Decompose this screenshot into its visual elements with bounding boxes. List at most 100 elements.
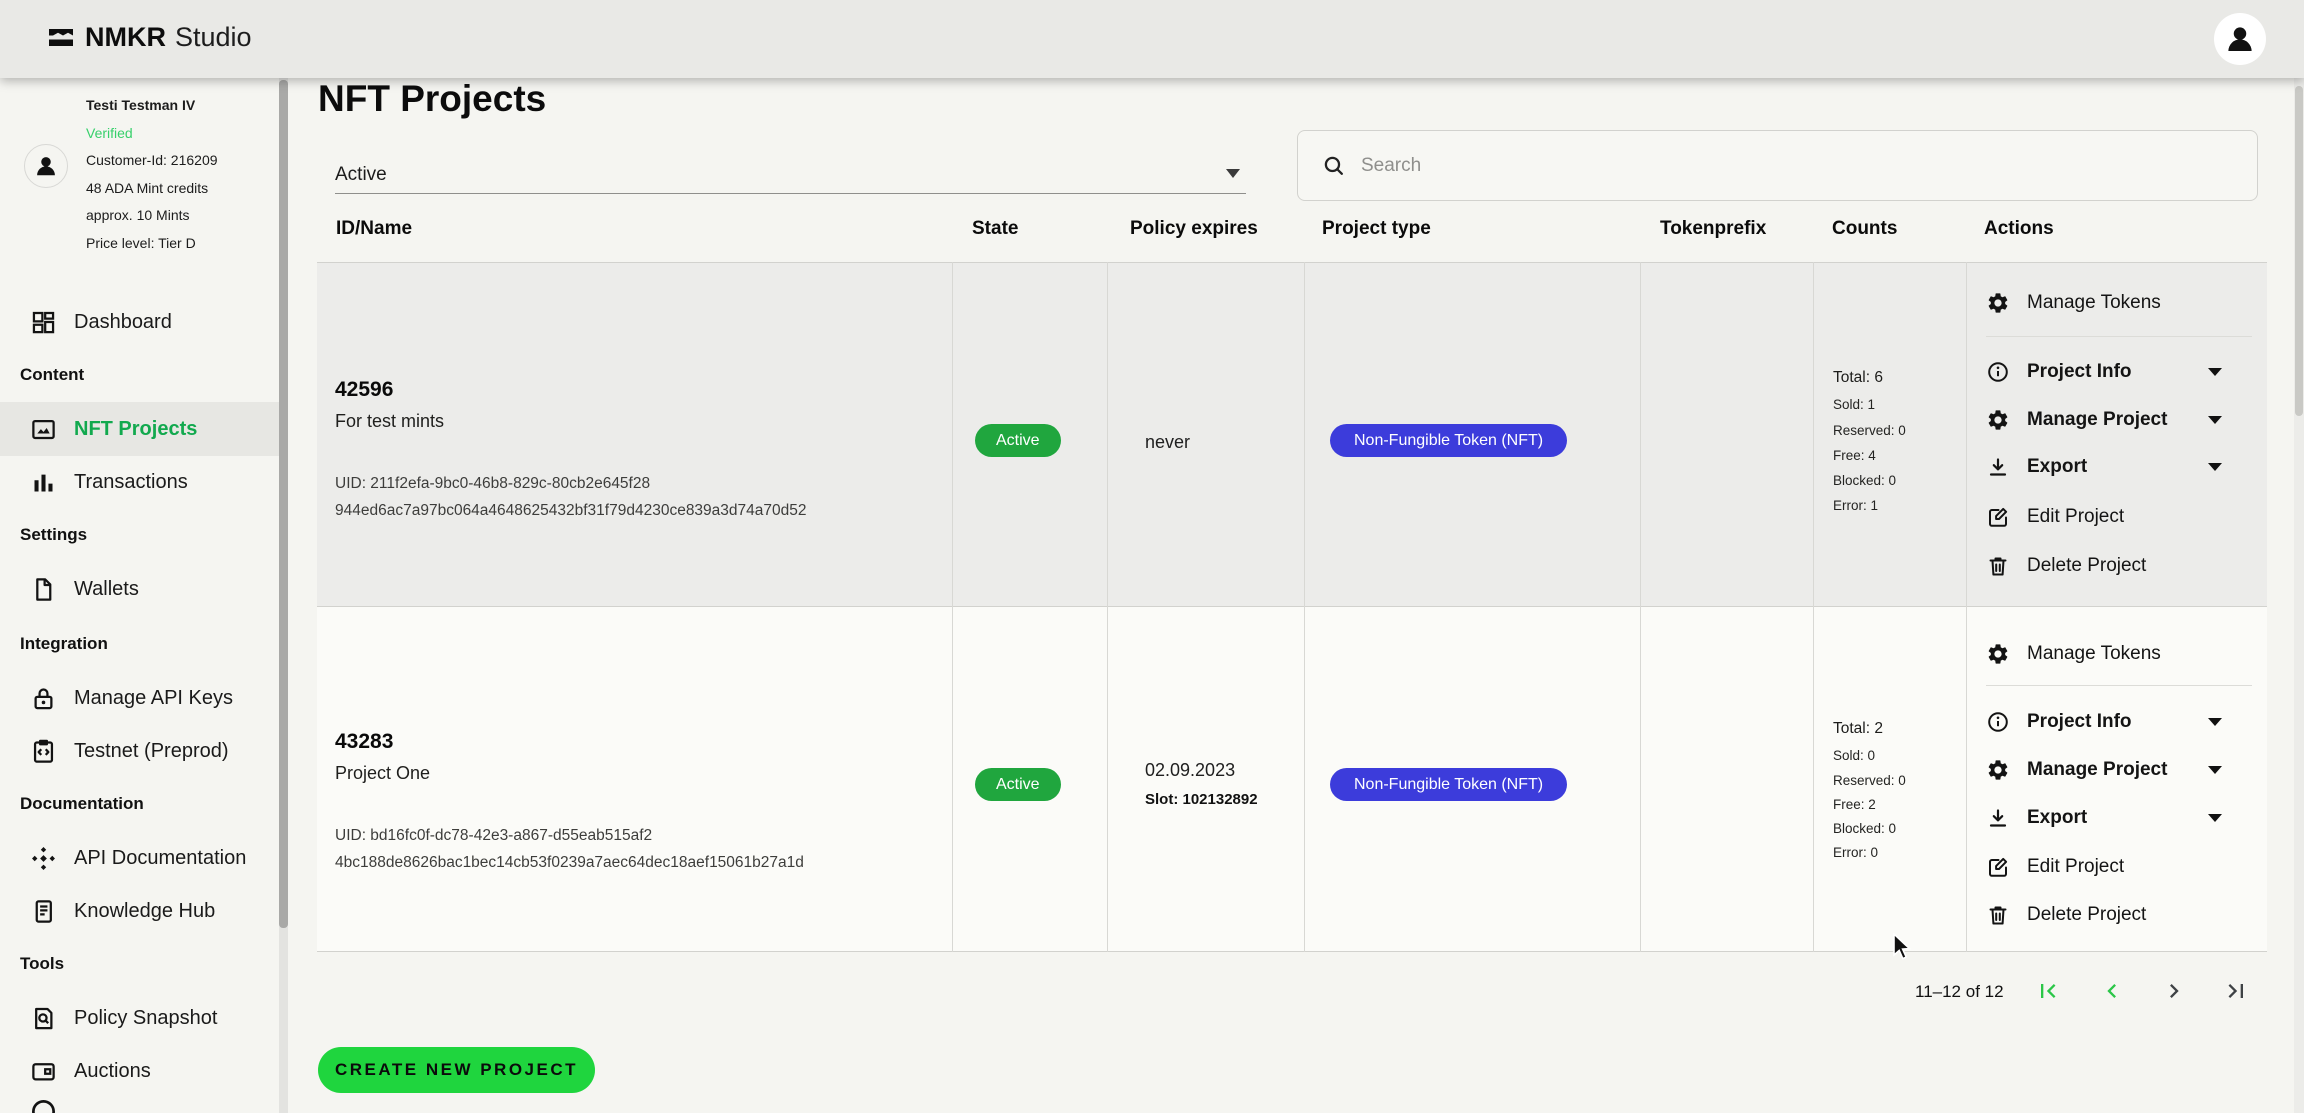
price-level: Price level: Tier D xyxy=(86,230,218,258)
user-name: Testi Testman IV xyxy=(86,92,218,120)
policy-expires-value: 02.09.2023 xyxy=(1145,760,1235,781)
sidebar-item-auctions[interactable]: Auctions xyxy=(0,1044,288,1098)
count-reserved: Reserved: 0 xyxy=(1833,423,1906,438)
sidebar-item-label: API Documentation xyxy=(74,847,246,870)
project-info-button[interactable]: Project Info xyxy=(1986,352,2262,392)
user-avatar-icon xyxy=(2223,22,2257,56)
manage-tokens-button[interactable]: Manage Tokens xyxy=(1986,283,2262,323)
action-label: Edit Project xyxy=(2027,856,2124,878)
sidebar-item-wallets[interactable]: Wallets xyxy=(0,562,288,616)
user-info-block: Testi Testman IV Verified Customer-Id: 2… xyxy=(86,92,218,257)
edit-icon xyxy=(1986,505,2010,529)
top-bar: NMKR Studio xyxy=(0,0,2304,78)
wallet-icon xyxy=(30,1058,57,1085)
last-page-icon[interactable] xyxy=(2222,977,2250,1005)
action-label: Manage Project xyxy=(2027,759,2167,781)
sidebar-section-documentation: Documentation xyxy=(20,794,144,814)
sidebar-item-transactions[interactable]: Transactions xyxy=(0,455,288,509)
sidebar-item-api-documentation[interactable]: API Documentation xyxy=(0,831,288,885)
table-row xyxy=(317,606,2267,952)
search-box[interactable] xyxy=(1297,130,2258,201)
count-error: Error: 0 xyxy=(1833,845,1878,860)
manage-tokens-button[interactable]: Manage Tokens xyxy=(1986,634,2262,674)
sidebar-item-nft-projects[interactable]: NFT Projects xyxy=(0,402,288,456)
manage-project-button[interactable]: Manage Project xyxy=(1986,400,2262,440)
count-free: Free: 2 xyxy=(1833,797,1876,812)
main-scrollbar-thumb[interactable] xyxy=(2295,86,2303,416)
sidebar-item-partial-icon[interactable] xyxy=(30,1098,57,1113)
account-avatar[interactable] xyxy=(2214,13,2266,65)
caret-down-icon xyxy=(1226,169,1240,178)
sidebar-item-knowledge-hub[interactable]: Knowledge Hub xyxy=(0,884,288,938)
sidebar-item-label: Policy Snapshot xyxy=(74,1007,217,1030)
project-name: For test mints xyxy=(335,411,444,432)
project-type-badge: Non-Fungible Token (NFT) xyxy=(1330,424,1567,457)
project-uid-line1: UID: bd16fc0f-dc78-42e3-a867-d55eab515af… xyxy=(335,827,652,845)
column-divider xyxy=(1640,262,1641,952)
user-avatar-icon xyxy=(33,153,59,179)
policy-expires-value: never xyxy=(1145,432,1190,453)
project-id: 42596 xyxy=(335,378,393,402)
next-page-icon[interactable] xyxy=(2160,977,2188,1005)
sidebar-item-manage-api-keys[interactable]: Manage API Keys xyxy=(0,671,288,725)
column-header-tokenprefix: Tokenprefix xyxy=(1660,218,1766,240)
action-label: Project Info xyxy=(2027,711,2132,733)
lock-icon xyxy=(30,685,57,712)
page-title: NFT Projects xyxy=(318,78,546,120)
create-new-project-button[interactable]: CREATE NEW PROJECT xyxy=(318,1047,595,1093)
brand-logo[interactable]: NMKR Studio xyxy=(46,22,252,53)
actions-divider xyxy=(1986,685,2252,686)
status-filter-select[interactable]: Active xyxy=(335,157,1246,194)
caret-down-icon xyxy=(2208,814,2222,822)
sidebar-user-avatar xyxy=(24,144,68,188)
document-search-icon xyxy=(30,1005,57,1032)
delete-project-button[interactable]: Delete Project xyxy=(1986,895,2262,935)
table-row xyxy=(317,262,2267,606)
sidebar-item-dashboard[interactable]: Dashboard xyxy=(0,295,288,349)
column-header-actions: Actions xyxy=(1984,218,2054,240)
action-label: Manage Tokens xyxy=(2027,292,2161,314)
column-divider xyxy=(1966,262,1967,952)
previous-page-icon[interactable] xyxy=(2098,977,2126,1005)
sidebar-scrollbar-thumb[interactable] xyxy=(279,80,288,928)
edit-project-button[interactable]: Edit Project xyxy=(1986,847,2262,887)
count-total: Total: 2 xyxy=(1833,720,1883,738)
column-header-policy-expires: Policy expires xyxy=(1130,218,1258,240)
project-info-button[interactable]: Project Info xyxy=(1986,702,2262,742)
book-icon xyxy=(30,898,57,925)
sidebar-item-policy-snapshot[interactable]: Policy Snapshot xyxy=(0,991,288,1045)
count-error: Error: 1 xyxy=(1833,498,1878,513)
project-type-badge: Non-Fungible Token (NFT) xyxy=(1330,768,1567,801)
pagination-range-label: 11–12 of 12 xyxy=(1915,982,2004,1002)
sidebar-item-label: Knowledge Hub xyxy=(74,900,215,923)
project-id: 43283 xyxy=(335,730,393,754)
export-button[interactable]: Export xyxy=(1986,798,2262,838)
sidebar-item-label: NFT Projects xyxy=(74,418,197,441)
caret-down-icon xyxy=(2208,368,2222,376)
nmkr-logo-mark-icon xyxy=(46,23,76,53)
customer-id: Customer-Id: 216209 xyxy=(86,147,218,175)
sidebar-item-testnet[interactable]: Testnet (Preprod) xyxy=(0,724,288,778)
count-blocked: Blocked: 0 xyxy=(1833,473,1896,488)
count-free: Free: 4 xyxy=(1833,448,1876,463)
api-icon xyxy=(30,845,57,872)
sidebar-item-label: Dashboard xyxy=(74,311,172,334)
first-page-icon[interactable] xyxy=(2034,977,2062,1005)
project-uid-line1: UID: 211f2efa-9bc0-46b8-829c-80cb2e645f2… xyxy=(335,475,650,493)
count-total: Total: 6 xyxy=(1833,369,1883,387)
column-header-state: State xyxy=(972,218,1018,240)
search-input[interactable] xyxy=(1359,154,2257,178)
export-button[interactable]: Export xyxy=(1986,447,2262,487)
status-filter-value: Active xyxy=(335,164,387,186)
sidebar-item-label: Auctions xyxy=(74,1060,151,1083)
clipboard-code-icon xyxy=(30,738,57,765)
state-badge: Active xyxy=(975,768,1061,801)
trash-icon xyxy=(1986,554,2010,578)
delete-project-button[interactable]: Delete Project xyxy=(1986,546,2262,586)
column-divider xyxy=(1304,262,1305,952)
sidebar-section-content: Content xyxy=(20,365,84,385)
edit-project-button[interactable]: Edit Project xyxy=(1986,497,2262,537)
caret-down-icon xyxy=(2208,416,2222,424)
action-label: Delete Project xyxy=(2027,904,2146,926)
manage-project-button[interactable]: Manage Project xyxy=(1986,750,2262,790)
